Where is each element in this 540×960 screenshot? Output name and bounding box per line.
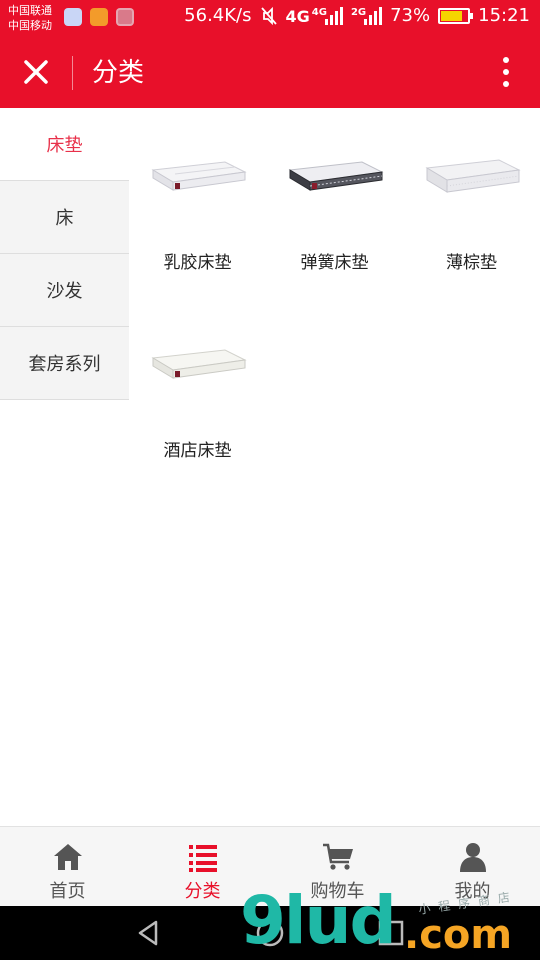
carrier-2: 中国移动 [8,19,52,32]
product-hotel-mattress[interactable]: 酒店床垫 [129,296,266,476]
sidebar-item-label: 床 [55,208,74,229]
watermark-domain: .com [404,912,513,958]
network-type-2g: 2G [350,6,367,18]
clock: 15:21 [478,5,530,26]
status-indicators: 56.4K/s 4G 4G 2G 73% 15:21 [184,5,530,26]
mattress-hotel-image [151,349,247,379]
battery-icon [438,7,474,24]
signal-2g-icon: 2G [350,6,383,25]
notification-app-icon [64,8,82,26]
image-notification-icon [116,8,134,26]
sidebar-item-bed[interactable]: 床 [0,181,129,254]
sidebar-item-suite[interactable]: 套房系列 [0,327,129,400]
network-type-4g: 4G [285,6,310,26]
sidebar-item-label: 床垫 [46,135,83,156]
more-vertical-icon [503,57,509,63]
mute-icon [260,6,277,25]
notification-app-icon [90,8,108,26]
sidebar-item-label: 沙发 [46,281,83,302]
more-button[interactable] [492,54,520,90]
tab-label: 分类 [184,881,221,902]
mattress-thin-palm-image [425,159,521,193]
sidebar-item-mattress[interactable]: 床垫 [0,108,129,181]
watermark-number: 9lud [240,882,397,959]
product-label: 弹簧床垫 [300,253,369,273]
product-label: 酒店床垫 [163,441,232,461]
sidebar-item-sofa[interactable]: 沙发 [0,254,129,327]
status-bar: 中国联通 中国移动 56.4K/s 4G 4G 2G 73% 15:21 [0,0,540,36]
product-label: 薄棕垫 [446,253,497,273]
page-title: 分类 [92,58,145,88]
list-icon [188,845,217,872]
category-sidebar: 床垫 床 沙发 套房系列 [0,108,129,400]
app-bar: 分类 [0,36,540,108]
carrier-names: 中国联通 中国移动 [8,3,52,33]
sidebar-item-label: 套房系列 [28,354,101,375]
tab-label: 首页 [49,881,86,902]
watermark-logo: 9lud .com 小程序商店 [240,888,540,960]
notification-icons [64,8,134,26]
product-label: 乳胶床垫 [163,253,232,273]
product-latex-mattress[interactable]: 乳胶床垫 [129,108,266,288]
home-icon [53,844,82,870]
product-thin-palm-mattress[interactable]: 薄棕垫 [403,108,540,288]
mattress-spring-image [288,161,384,191]
cart-icon [322,843,353,870]
product-spring-mattress[interactable]: 弹簧床垫 [266,108,403,288]
battery-level [441,10,462,21]
tab-home[interactable]: 首页 [0,827,135,906]
net-speed: 56.4K/s [184,5,252,26]
appbar-divider [72,56,73,90]
close-icon [24,60,48,84]
signal-4g-icon: 4G 4G [285,6,343,26]
close-button[interactable] [16,52,56,92]
network-type-4g-small: 4G [311,6,327,18]
carrier-1: 中国联通 [8,4,52,17]
user-icon [459,843,486,872]
battery-percent: 73% [390,5,431,26]
back-icon[interactable] [134,918,164,948]
mattress-latex-image [151,161,247,191]
